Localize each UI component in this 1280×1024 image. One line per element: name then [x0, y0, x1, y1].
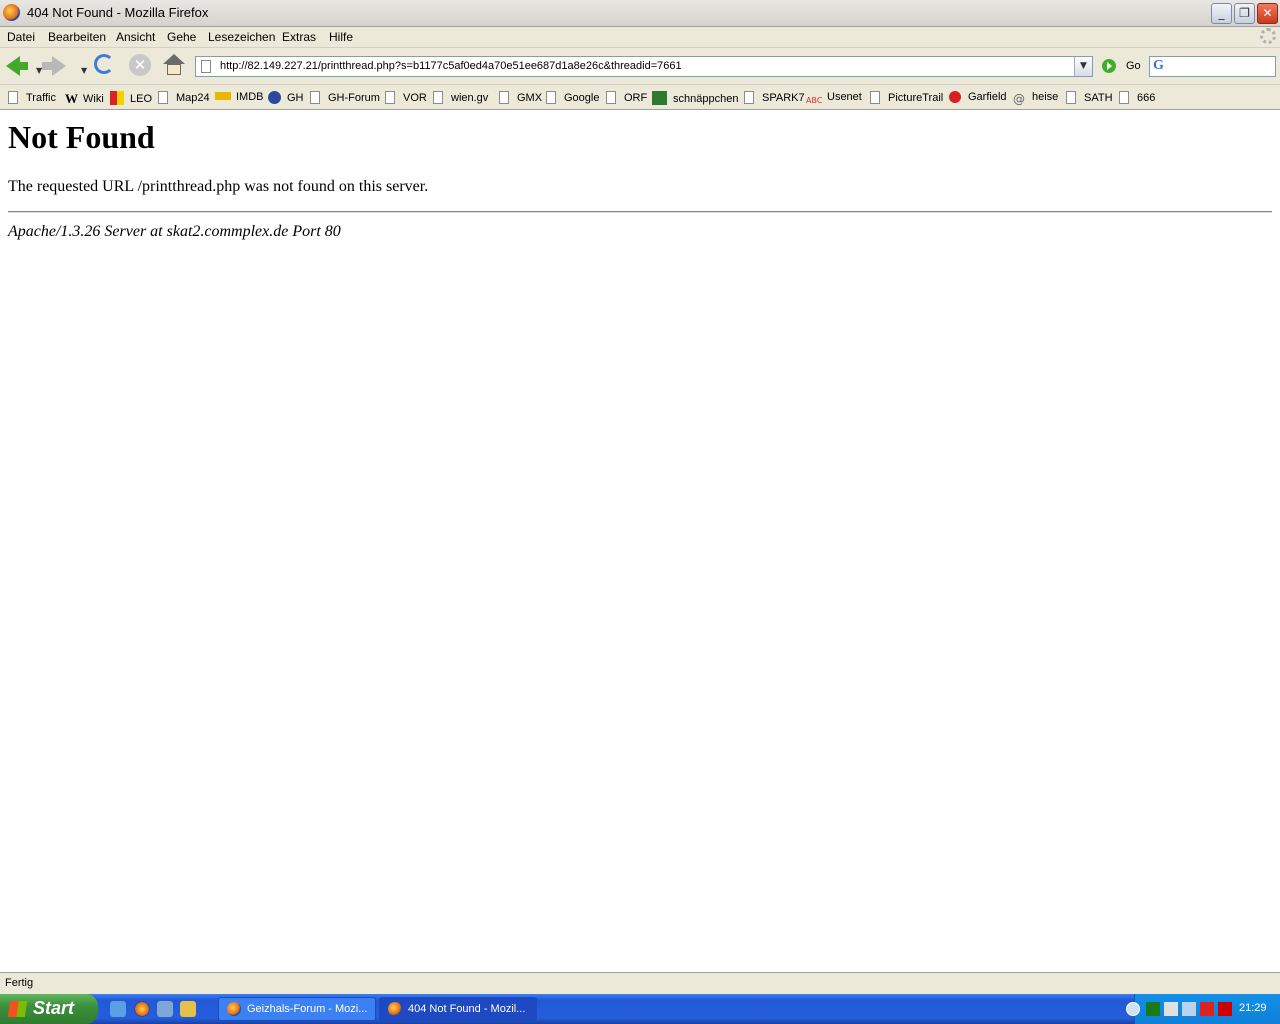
- menu-gehe[interactable]: Gehe: [167, 30, 196, 44]
- ati-icon[interactable]: [1200, 1002, 1214, 1016]
- forward-dropdown-icon[interactable]: ▼: [81, 66, 87, 75]
- firefox-icon: [3, 4, 20, 21]
- windows-logo-icon: [7, 1001, 28, 1017]
- menu-lesezeichen[interactable]: Lesezeichen: [208, 30, 275, 44]
- menu-hilfe[interactable]: Hilfe: [329, 30, 353, 44]
- schnaeppchen-icon: [652, 91, 667, 105]
- google-search-icon[interactable]: G: [1153, 58, 1164, 74]
- go-label[interactable]: Go: [1126, 60, 1141, 72]
- ie-quicklaunch-icon[interactable]: [110, 1001, 126, 1017]
- taskbar: Start Geizhals-Forum - Mozi... 404 Not F…: [0, 994, 1280, 1024]
- bookmark-usenet[interactable]: ABC Usenet: [806, 91, 862, 110]
- page-icon: [201, 60, 211, 73]
- tray-expand-icon[interactable]: [1126, 1002, 1140, 1016]
- bookmark-google[interactable]: Google: [546, 91, 599, 104]
- bookmark-gmx[interactable]: GMX: [499, 91, 542, 104]
- close-button[interactable]: ✕: [1257, 3, 1278, 24]
- title-bar: 404 Not Found - Mozilla Firefox _ ❐ ✕: [0, 0, 1280, 27]
- page-icon: [385, 91, 395, 104]
- antivirus-icon[interactable]: [1218, 1002, 1232, 1016]
- bookmark-picturetrail[interactable]: PictureTrail: [870, 91, 943, 104]
- page-icon: [158, 91, 168, 104]
- server-signature: Apache/1.3.26 Server at skat2.commplex.d…: [8, 223, 341, 240]
- wikipedia-icon: W: [65, 91, 78, 106]
- volume-icon[interactable]: [1182, 1002, 1196, 1016]
- back-arrow-icon[interactable]: [6, 56, 28, 76]
- page-icon: [1119, 91, 1129, 104]
- status-bar: Fertig: [0, 972, 1280, 995]
- divider: [8, 211, 1272, 213]
- page-icon: [8, 91, 18, 104]
- firefox-icon: [227, 1002, 241, 1016]
- bookmark-heise[interactable]: @ heise: [1013, 91, 1058, 106]
- menu-ansicht[interactable]: Ansicht: [116, 30, 155, 44]
- throbber-icon: [1260, 28, 1276, 44]
- at-sign-icon: @: [1013, 92, 1025, 106]
- network-icon[interactable]: [1164, 1002, 1178, 1016]
- bookmark-666[interactable]: 666: [1119, 91, 1155, 104]
- go-icon[interactable]: [1102, 59, 1116, 73]
- bookmark-schnaeppchen[interactable]: schnäppchen: [652, 91, 738, 105]
- bookmark-gh-forum[interactable]: GH-Forum: [310, 91, 380, 104]
- task-404-not-found[interactable]: 404 Not Found - Mozil...: [379, 997, 537, 1021]
- bookmark-gh[interactable]: GH: [268, 91, 304, 104]
- page-icon: [606, 91, 616, 104]
- bookmark-wiki[interactable]: W Wiki: [65, 91, 104, 106]
- firefox-quicklaunch-icon[interactable]: [134, 1001, 150, 1017]
- menu-bar: Datei Bearbeiten Ansicht Gehe Lesezeiche…: [0, 27, 1280, 48]
- bookmark-imdb[interactable]: IMDB: [215, 91, 264, 103]
- window-title: 404 Not Found - Mozilla Firefox: [27, 5, 209, 20]
- menu-extras[interactable]: Extras: [282, 30, 316, 44]
- start-button[interactable]: Start: [0, 994, 98, 1024]
- menu-datei[interactable]: Datei: [7, 30, 35, 44]
- network-monitor-icon[interactable]: [1146, 1002, 1160, 1016]
- system-tray: 21:29: [1126, 994, 1280, 1024]
- mail-quicklaunch-icon[interactable]: [157, 1001, 173, 1017]
- abc-icon: ABC: [806, 96, 823, 105]
- task-geizhals-forum[interactable]: Geizhals-Forum - Mozi...: [218, 997, 376, 1021]
- bookmark-orf[interactable]: ORF: [606, 91, 647, 104]
- imdb-icon: [215, 92, 231, 100]
- url-bar[interactable]: http://82.149.227.21/printthread.php?s=b…: [195, 56, 1093, 77]
- url-text[interactable]: http://82.149.227.21/printthread.php?s=b…: [220, 60, 682, 72]
- bookmark-sath[interactable]: SATH: [1066, 91, 1113, 104]
- go-button[interactable]: Go: [1102, 58, 1142, 76]
- bookmark-leo[interactable]: LEO: [110, 91, 152, 105]
- bookmark-wien-gv[interactable]: wien.gv: [433, 91, 488, 104]
- gh-icon: [268, 91, 281, 104]
- stop-icon[interactable]: ✕: [129, 54, 151, 76]
- page-icon: [870, 91, 880, 104]
- page-icon: [1066, 91, 1076, 104]
- page-icon: [433, 91, 443, 104]
- clock: 21:29: [1239, 1002, 1267, 1014]
- start-label[interactable]: Start: [33, 998, 74, 1019]
- restore-button[interactable]: ❐: [1234, 3, 1255, 24]
- url-dropdown-icon[interactable]: ▼: [1074, 57, 1092, 76]
- page-icon: [499, 91, 509, 104]
- bookmark-spark7[interactable]: SPARK7: [744, 91, 805, 104]
- page-icon: [744, 91, 754, 104]
- leo-icon: [110, 91, 124, 105]
- error-message: The requested URL /printthread.php was n…: [8, 178, 429, 195]
- reload-icon[interactable]: [94, 54, 114, 74]
- garfield-icon: [949, 91, 961, 103]
- bookmarks-toolbar: Traffic W Wiki LEO Map24 IMDB GH GH-Forum…: [0, 85, 1280, 110]
- bookmark-vor[interactable]: VOR: [385, 91, 427, 104]
- app-quicklaunch-icon[interactable]: [180, 1001, 196, 1017]
- bookmark-map24[interactable]: Map24: [158, 91, 210, 104]
- minimize-button[interactable]: _: [1211, 3, 1232, 24]
- firefox-icon: [388, 1002, 402, 1016]
- menu-bearbeiten[interactable]: Bearbeiten: [48, 30, 106, 44]
- page-icon: [310, 91, 320, 104]
- search-input[interactable]: G: [1149, 56, 1276, 77]
- status-text: Fertig: [5, 977, 34, 989]
- forward-arrow-icon[interactable]: [42, 56, 66, 76]
- page-heading: Not Found: [8, 119, 155, 155]
- page-content: Not Found The requested URL /printthread…: [0, 110, 1280, 972]
- home-icon[interactable]: [163, 54, 185, 76]
- bookmark-traffic[interactable]: Traffic: [8, 91, 56, 104]
- page-icon: [546, 91, 556, 104]
- bookmark-garfield[interactable]: Garfield: [949, 91, 1007, 103]
